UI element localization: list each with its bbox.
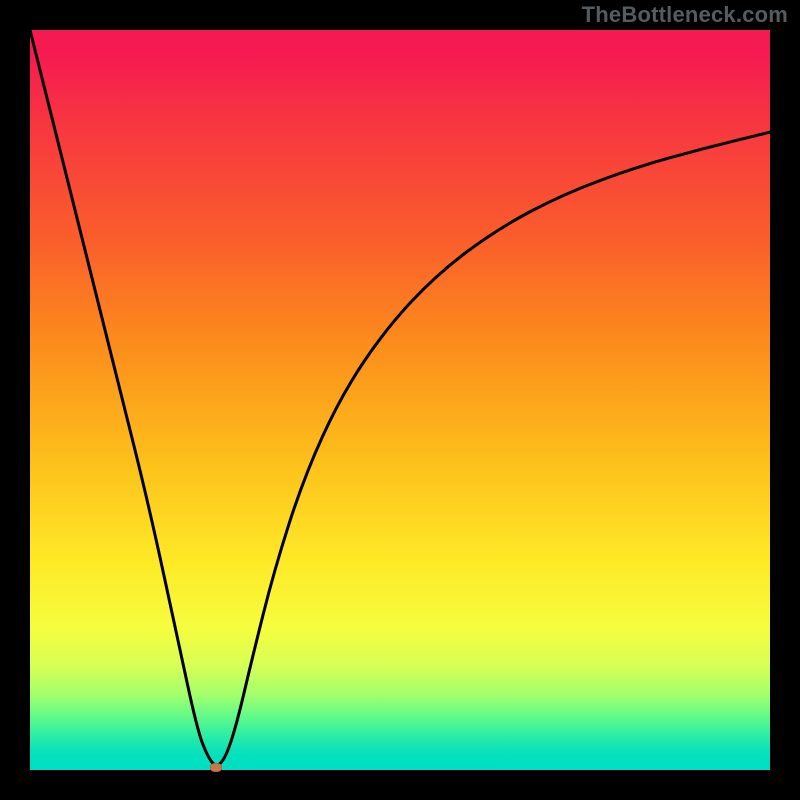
minimum-marker xyxy=(210,763,222,772)
plot-area xyxy=(30,30,770,770)
chart-frame: TheBottleneck.com xyxy=(0,0,800,800)
attribution-text: TheBottleneck.com xyxy=(582,2,788,28)
bottleneck-curve xyxy=(30,30,770,765)
curve-svg xyxy=(30,30,770,770)
